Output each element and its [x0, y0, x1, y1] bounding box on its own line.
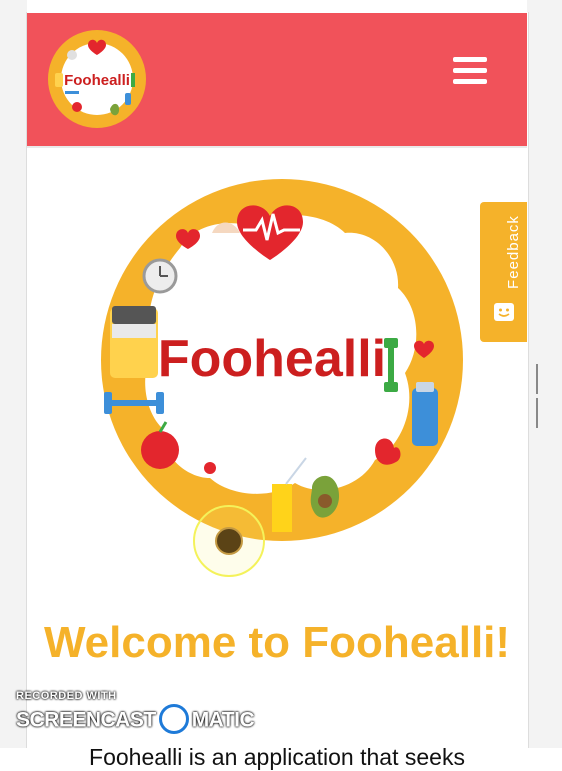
scrollbar-handle[interactable] — [536, 364, 542, 428]
screencast-logo-icon — [158, 704, 189, 734]
watermark-left: SCREENCAST — [16, 708, 156, 732]
hamburger-icon-bar — [453, 79, 487, 84]
juice-glass-icon — [272, 484, 292, 532]
foohealli-logo[interactable]: Foohealli — [47, 29, 147, 129]
logo-text: Foohealli — [64, 72, 130, 89]
watermark-right: MATIC — [191, 708, 255, 732]
dumbbell-icon — [104, 400, 164, 406]
page-margin-right — [527, 0, 562, 748]
scrollbar-grip — [536, 398, 538, 428]
site-header: Foohealli — [27, 13, 527, 146]
hero-logo-image: Foohealli — [101, 179, 463, 541]
apple-icon — [141, 431, 179, 469]
menu-button[interactable] — [453, 57, 487, 89]
smiley-icon[interactable] — [493, 300, 515, 322]
hero-logo-text: Foohealli — [158, 330, 386, 388]
green-dumbbell-icon — [388, 342, 394, 388]
page-margin-left — [0, 0, 27, 748]
intro-text: Foohealli is an application that seeks — [89, 744, 465, 770]
hamburger-icon-bar — [453, 68, 487, 73]
welcome-heading: Welcome to Foohealli! — [43, 618, 511, 668]
scrollbar-grip — [536, 364, 538, 394]
feedback-label[interactable]: Feedback — [505, 215, 522, 289]
header-divider — [27, 146, 527, 148]
screencast-watermark: SCREENCAST MATIC — [16, 704, 255, 736]
hamburger-icon — [453, 57, 487, 62]
watermark-recorded-with: RECORDED WITH — [16, 690, 117, 702]
cursor-pointer — [215, 527, 243, 555]
water-bottle-icon — [412, 388, 438, 446]
